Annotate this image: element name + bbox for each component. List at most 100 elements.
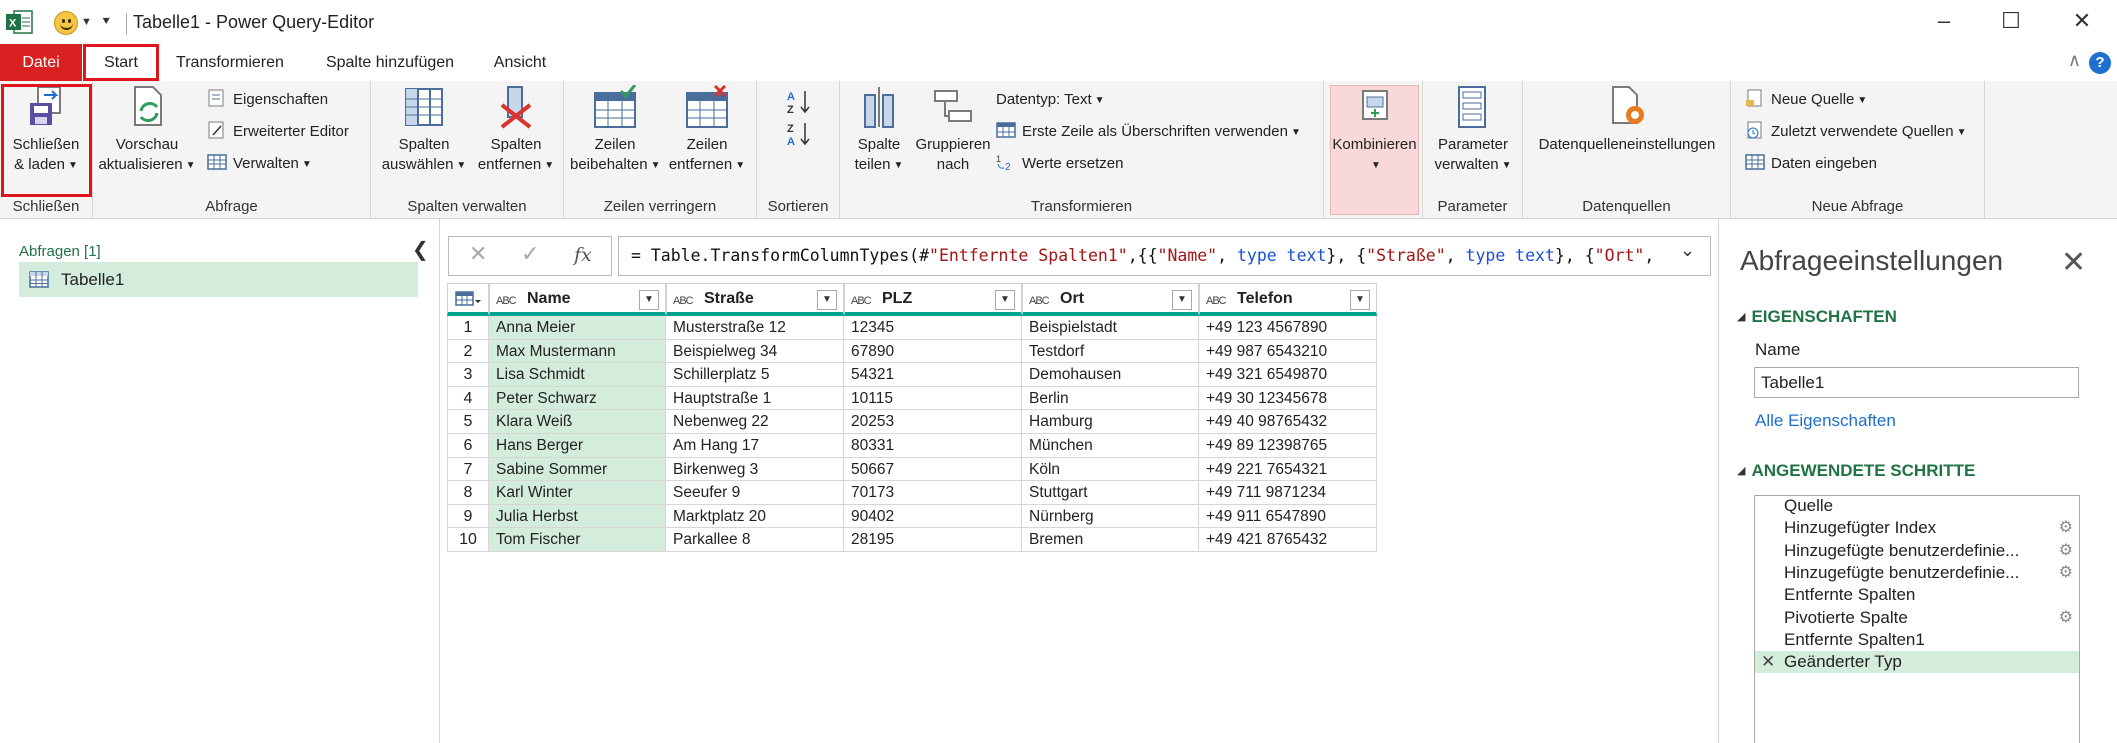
step-settings-gear-icon[interactable]: ⚙ [2059,540,2073,562]
applied-step[interactable]: Hinzugefügter Index ⚙ [1755,517,2079,539]
table-cell[interactable]: Sabine Sommer [489,457,666,482]
filter-dropdown-icon[interactable]: ▼ [995,290,1015,310]
table-cell[interactable]: 10115 [844,386,1022,411]
datatype-dropdown[interactable]: Datentyp: Text ▼ [996,87,1105,113]
applied-step[interactable]: ✕ Geänderter Typ [1755,651,2079,674]
table-cell[interactable]: 20253 [844,410,1022,434]
table-cell[interactable]: Karl Winter [489,481,666,505]
sort-ascending-icon[interactable]: A Z [787,89,811,115]
table-row[interactable]: 4 Peter Schwarz Hauptstraße 1 10115 Berlin +4… [447,386,1377,411]
row-number[interactable]: 1 [447,316,489,340]
table-cell[interactable]: Tom Fischer [489,528,666,552]
table-cell[interactable]: Musterstraße 12 [666,316,844,340]
row-number[interactable]: 8 [447,481,489,505]
query-item-tabelle1[interactable]: Tabelle1 [19,262,418,297]
filter-dropdown-icon[interactable]: ▼ [1172,290,1192,310]
advanced-editor-button[interactable]: Erweiterter Editor [207,119,349,145]
tab-datei[interactable]: Datei [0,44,82,81]
formula-input[interactable]: = Table.TransformColumnTypes(#"Entfernte… [618,236,1711,276]
filter-dropdown-icon[interactable]: ▼ [639,290,659,310]
help-icon[interactable]: ? [2089,52,2111,74]
all-properties-link[interactable]: Alle Eigenschaften [1755,411,1896,431]
tab-spalte-hinzufuegen[interactable]: Spalte hinzufügen [316,44,464,81]
table-row[interactable]: 10 Tom Fischer Parkallee 8 28195 Bremen +49 4… [447,528,1377,552]
filter-dropdown-icon[interactable]: ▼ [1350,290,1370,310]
filter-dropdown-icon[interactable]: ▼ [817,290,837,310]
table-row[interactable]: 1 Anna Meier Musterstraße 12 12345 Beispiels… [447,316,1377,340]
table-cell[interactable]: Hamburg [1022,410,1199,434]
tab-ansicht[interactable]: Ansicht [488,44,552,81]
column-header[interactable]: ABC Straße ▼ [666,283,844,316]
manage-button[interactable]: Verwalten ▼ [207,151,312,177]
table-row[interactable]: 2 Max Mustermann Beispielweg 34 67890 Testdo… [447,339,1377,364]
row-number[interactable]: 2 [447,339,489,364]
table-cell[interactable]: Hans Berger [489,434,666,458]
text-type-icon[interactable]: ABC [496,287,517,316]
table-cell[interactable]: Klara Weiß [489,410,666,434]
properties-section-header[interactable]: ◢ EIGENSCHAFTEN [1737,307,1897,327]
sort-descending-icon[interactable]: Z A [787,121,811,147]
table-cell[interactable]: Seeufer 9 [666,481,844,505]
close-settings-icon[interactable]: ✕ [2061,245,2086,280]
applied-steps-section-header[interactable]: ◢ ANGEWENDETE SCHRITTE [1737,461,1975,481]
properties-button[interactable]: Eigenschaften [207,87,328,113]
data-source-settings-button[interactable]: Datenquelleneinstellungen [1531,85,1723,155]
row-number[interactable]: 7 [447,457,489,482]
new-source-button[interactable]: Neue Quelle ▼ [1745,87,1867,113]
text-type-icon[interactable]: ABC [1029,287,1050,316]
table-row[interactable]: 6 Hans Berger Am Hang 17 80331 München +49 89… [447,434,1377,458]
smile-dropdown-icon[interactable]: ▼ [81,16,92,28]
table-cell[interactable]: Anna Meier [489,316,666,340]
table-cell[interactable]: Julia Herbst [489,504,666,529]
table-cell[interactable]: Max Mustermann [489,339,666,364]
table-cell[interactable]: Marktplatz 20 [666,504,844,529]
collapse-ribbon-icon[interactable]: ∧ [2068,50,2081,71]
commit-formula-icon[interactable]: ✓ [521,241,539,267]
close-icon[interactable]: ✕ [2062,9,2102,35]
collapse-queries-icon[interactable]: ❮ [412,237,429,262]
table-cell[interactable]: 50667 [844,457,1022,482]
customize-quick-access-icon[interactable]: ⯆ [101,14,111,30]
row-number[interactable]: 4 [447,386,489,411]
table-cell[interactable]: +49 421 8765432 [1199,528,1377,552]
column-header[interactable]: ABC Telefon ▼ [1199,283,1377,316]
applied-step[interactable]: Entfernte Spalten1 [1755,629,2079,651]
table-cell[interactable]: Köln [1022,457,1199,482]
remove-rows-button[interactable]: Zeilen entfernen ▼ [662,85,752,176]
table-cell[interactable]: Lisa Schmidt [489,363,666,387]
table-cell[interactable]: Demohausen [1022,363,1199,387]
table-cell[interactable]: +49 987 6543210 [1199,339,1377,364]
table-cell[interactable]: Birkenweg 3 [666,457,844,482]
minimize-icon[interactable]: – [1924,9,1964,35]
text-type-icon[interactable]: ABC [851,287,872,316]
send-smile-icon[interactable] [54,11,78,35]
text-type-icon[interactable]: ABC [673,287,694,316]
table-cell[interactable]: Berlin [1022,386,1199,411]
table-cell[interactable]: 70173 [844,481,1022,505]
expand-formula-icon[interactable]: ⌄ [1680,240,1695,261]
table-cell[interactable]: 67890 [844,339,1022,364]
step-settings-gear-icon[interactable]: ⚙ [2059,517,2073,539]
table-cell[interactable]: +49 89 12398765 [1199,434,1377,458]
text-type-icon[interactable]: ABC [1206,287,1227,316]
table-cell[interactable]: 80331 [844,434,1022,458]
table-cell[interactable]: 12345 [844,316,1022,340]
table-cell[interactable]: 28195 [844,528,1022,552]
step-settings-gear-icon[interactable]: ⚙ [2059,562,2073,584]
choose-columns-button[interactable]: Spalten auswählen ▼ [379,85,469,176]
enter-data-button[interactable]: Daten eingeben [1745,151,1877,177]
table-row[interactable]: 3 Lisa Schmidt Schillerplatz 5 54321 Demohau… [447,363,1377,387]
table-cell[interactable]: +49 40 98765432 [1199,410,1377,434]
table-cell[interactable]: 90402 [844,504,1022,529]
row-number[interactable]: 6 [447,434,489,458]
table-cell[interactable]: Nürnberg [1022,504,1199,529]
query-name-input[interactable]: Tabelle1 [1754,367,2079,398]
table-row[interactable]: 5 Klara Weiß Nebenweg 22 20253 Hamburg +49 40… [447,410,1377,434]
refresh-preview-button[interactable]: Vorschau aktualisieren ▼ [97,85,197,176]
insert-function-icon[interactable]: fx [574,244,592,266]
split-column-button[interactable]: Spalte teilen ▼ [844,85,914,176]
table-cell[interactable]: +49 711 9871234 [1199,481,1377,505]
table-cell[interactable]: Testdorf [1022,339,1199,364]
use-first-row-as-headers-button[interactable]: Erste Zeile als Überschriften verwenden ▼ [996,119,1301,145]
table-cell[interactable]: +49 911 6547890 [1199,504,1377,529]
